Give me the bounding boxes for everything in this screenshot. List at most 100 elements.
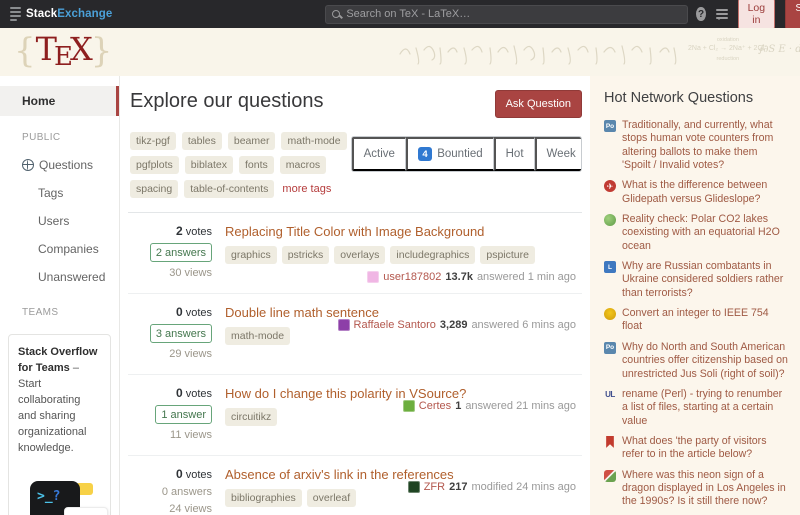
code-golf-site-icon: [604, 308, 616, 320]
stackexchange-icon: [10, 7, 21, 21]
hot-question-link[interactable]: Convert an integer to IEEE 754 float: [622, 307, 788, 334]
hot-question-link[interactable]: Traditionally, and currently, what stops…: [622, 119, 788, 172]
tag-pill[interactable]: includegraphics: [390, 246, 475, 264]
search-input[interactable]: [346, 8, 681, 20]
question-stats: 0 votes 1 answer 11 views: [128, 386, 212, 446]
hot-question-link[interactable]: What does 'the party of visitors refer t…: [622, 435, 788, 462]
activity-time: answered 6 mins ago: [471, 319, 576, 331]
politics-site-icon: Po: [604, 120, 616, 132]
sidebar-item-questions[interactable]: Questions: [0, 151, 119, 179]
site-header: {TEX} oxidation 2Na + Cl₂ → 2Na⁺ + 2Cl⁻ …: [0, 28, 800, 76]
question-row: 0 votes 0 answers 24 views Absence of ar…: [128, 456, 582, 515]
question-row: 0 votes 1 answer 11 views How do I chang…: [128, 375, 582, 456]
ask-question-button[interactable]: Ask Question: [495, 90, 582, 118]
travel-site-icon: [604, 470, 616, 482]
tag-pill[interactable]: tables: [182, 132, 222, 150]
hot-question-link[interactable]: Reality check: Polar CO2 lakes coexistin…: [622, 213, 788, 253]
answers-count: 0 answers: [162, 486, 212, 498]
left-sidebar: Home PUBLIC Questions Tags Users Compani…: [0, 76, 120, 515]
question-meta: Certes 1 answered 21 mins ago: [403, 400, 576, 412]
tag-pill[interactable]: fonts: [239, 156, 274, 174]
sidebar-item-unanswered[interactable]: Unanswered: [0, 263, 119, 291]
tag-pill[interactable]: math-mode: [225, 327, 290, 345]
activity-time: modified 24 mins ago: [471, 481, 576, 493]
hot-question-item: Po Why do North and South American count…: [604, 341, 788, 381]
tag-pill[interactable]: macros: [280, 156, 326, 174]
tex-site-logo[interactable]: {TEX}: [14, 30, 112, 71]
tag-pill[interactable]: overleaf: [307, 489, 356, 507]
question-meta: Raffaele Santoro 3,289 answered 6 mins a…: [338, 319, 576, 331]
tag-pill[interactable]: spacing: [130, 180, 178, 198]
answers-count: 3 answers: [150, 324, 212, 343]
help-icon[interactable]: ?: [696, 7, 705, 21]
tag-pill[interactable]: graphics: [225, 246, 277, 264]
question-meta: user187802 13.7k answered 1 min ago: [367, 271, 576, 283]
stackexchange-logo[interactable]: StackExchange: [10, 7, 112, 21]
tag-pill[interactable]: biblatex: [185, 156, 233, 174]
tag-pill[interactable]: pstricks: [282, 246, 330, 264]
question-title-link[interactable]: Absence of arxiv's link in the reference…: [225, 467, 578, 482]
tab-week[interactable]: Week: [535, 137, 582, 171]
question-title-link[interactable]: How do I change this polarity in VSource…: [225, 386, 578, 401]
views-count: 30 views: [128, 267, 212, 279]
sidebar-item-companies[interactable]: Companies: [0, 235, 119, 263]
question-list: 2 votes 2 answers 30 views Replacing Tit…: [128, 212, 582, 515]
answers-count: 2 answers: [150, 243, 212, 262]
question-title-link[interactable]: Replacing Title Color with Image Backgro…: [225, 224, 578, 239]
question-title-link[interactable]: Double line math sentence: [225, 305, 578, 320]
tag-pill[interactable]: pspicture: [480, 246, 535, 264]
tag-pill[interactable]: tikz-pgf: [130, 132, 176, 150]
tag-pill[interactable]: circuitikz: [225, 408, 277, 426]
sidebar-item-tags[interactable]: Tags: [0, 179, 119, 207]
user-link[interactable]: ZFR: [424, 481, 445, 493]
hot-question-link[interactable]: rename (Perl) - trying to renumber a lis…: [622, 388, 788, 428]
question-filter-tabs: Active 4 Bountied Hot Week Month: [351, 136, 582, 172]
activity-time: answered 21 mins ago: [465, 400, 576, 412]
sidebar-item-home[interactable]: Home: [0, 86, 119, 116]
tag-pill[interactable]: bibliographies: [225, 489, 302, 507]
avatar[interactable]: [367, 271, 379, 283]
top-bar: StackExchange ? Log in Sign up: [0, 0, 800, 28]
hot-question-link[interactable]: What is the difference between Glidepath…: [622, 179, 788, 206]
unix-linux-site-icon: UL: [604, 389, 616, 401]
signup-button[interactable]: Sign up: [785, 0, 800, 30]
user-reputation: 1: [455, 400, 461, 412]
site-switcher-icon[interactable]: [716, 9, 728, 19]
main-content: Explore our questions Ask Question tikz-…: [120, 76, 590, 515]
hot-question-item: What does 'the party of visitors refer t…: [604, 435, 788, 462]
user-link[interactable]: Certes: [419, 400, 451, 412]
teams-blurb: Stack Overflow for Teams – Start collabo…: [18, 345, 101, 457]
sidebar-item-users[interactable]: Users: [0, 207, 119, 235]
teams-promo-card: Stack Overflow for Teams – Start collabo…: [8, 334, 111, 515]
hot-question-link[interactable]: Where was this neon sign of a dragon dis…: [622, 469, 788, 509]
user-reputation: 13.7k: [445, 271, 473, 283]
tab-active[interactable]: Active: [352, 137, 406, 171]
politics-site-icon: Po: [604, 342, 616, 354]
hot-question-item: L Why are Russian combatants in Ukraine …: [604, 260, 788, 300]
hot-question-item: Po Traditionally, and currently, what st…: [604, 119, 788, 172]
answers-count: 1 answer: [155, 405, 212, 424]
avatar[interactable]: [403, 400, 415, 412]
globe-icon: [22, 159, 34, 171]
question-row: 2 votes 2 answers 30 views Replacing Tit…: [128, 213, 582, 294]
avatar[interactable]: [408, 481, 420, 493]
login-button[interactable]: Log in: [738, 0, 775, 30]
search-icon: [332, 10, 340, 18]
tab-hot[interactable]: Hot: [494, 137, 535, 171]
aviation-site-icon: ✈: [604, 180, 616, 192]
user-reputation: 217: [449, 481, 467, 493]
user-link[interactable]: Raffaele Santoro: [354, 319, 436, 331]
hot-question-link[interactable]: Why do North and South American countrie…: [622, 341, 788, 381]
tag-pill[interactable]: overlays: [334, 246, 385, 264]
tag-pill[interactable]: beamer: [228, 132, 276, 150]
bookmark-site-icon: [604, 436, 616, 448]
tag-pill[interactable]: pgfplots: [130, 156, 179, 174]
avatar[interactable]: [338, 319, 350, 331]
hot-question-link[interactable]: Why are Russian combatants in Ukraine co…: [622, 260, 788, 300]
question-row: 0 votes 3 answers 29 views Double line m…: [128, 294, 582, 375]
tag-pill[interactable]: math-mode: [281, 132, 346, 150]
user-link[interactable]: user187802: [383, 271, 441, 283]
more-tags-link[interactable]: more tags: [280, 180, 333, 198]
tab-bountied[interactable]: 4 Bountied: [406, 137, 494, 171]
tag-pill[interactable]: table-of-contents: [184, 180, 274, 198]
